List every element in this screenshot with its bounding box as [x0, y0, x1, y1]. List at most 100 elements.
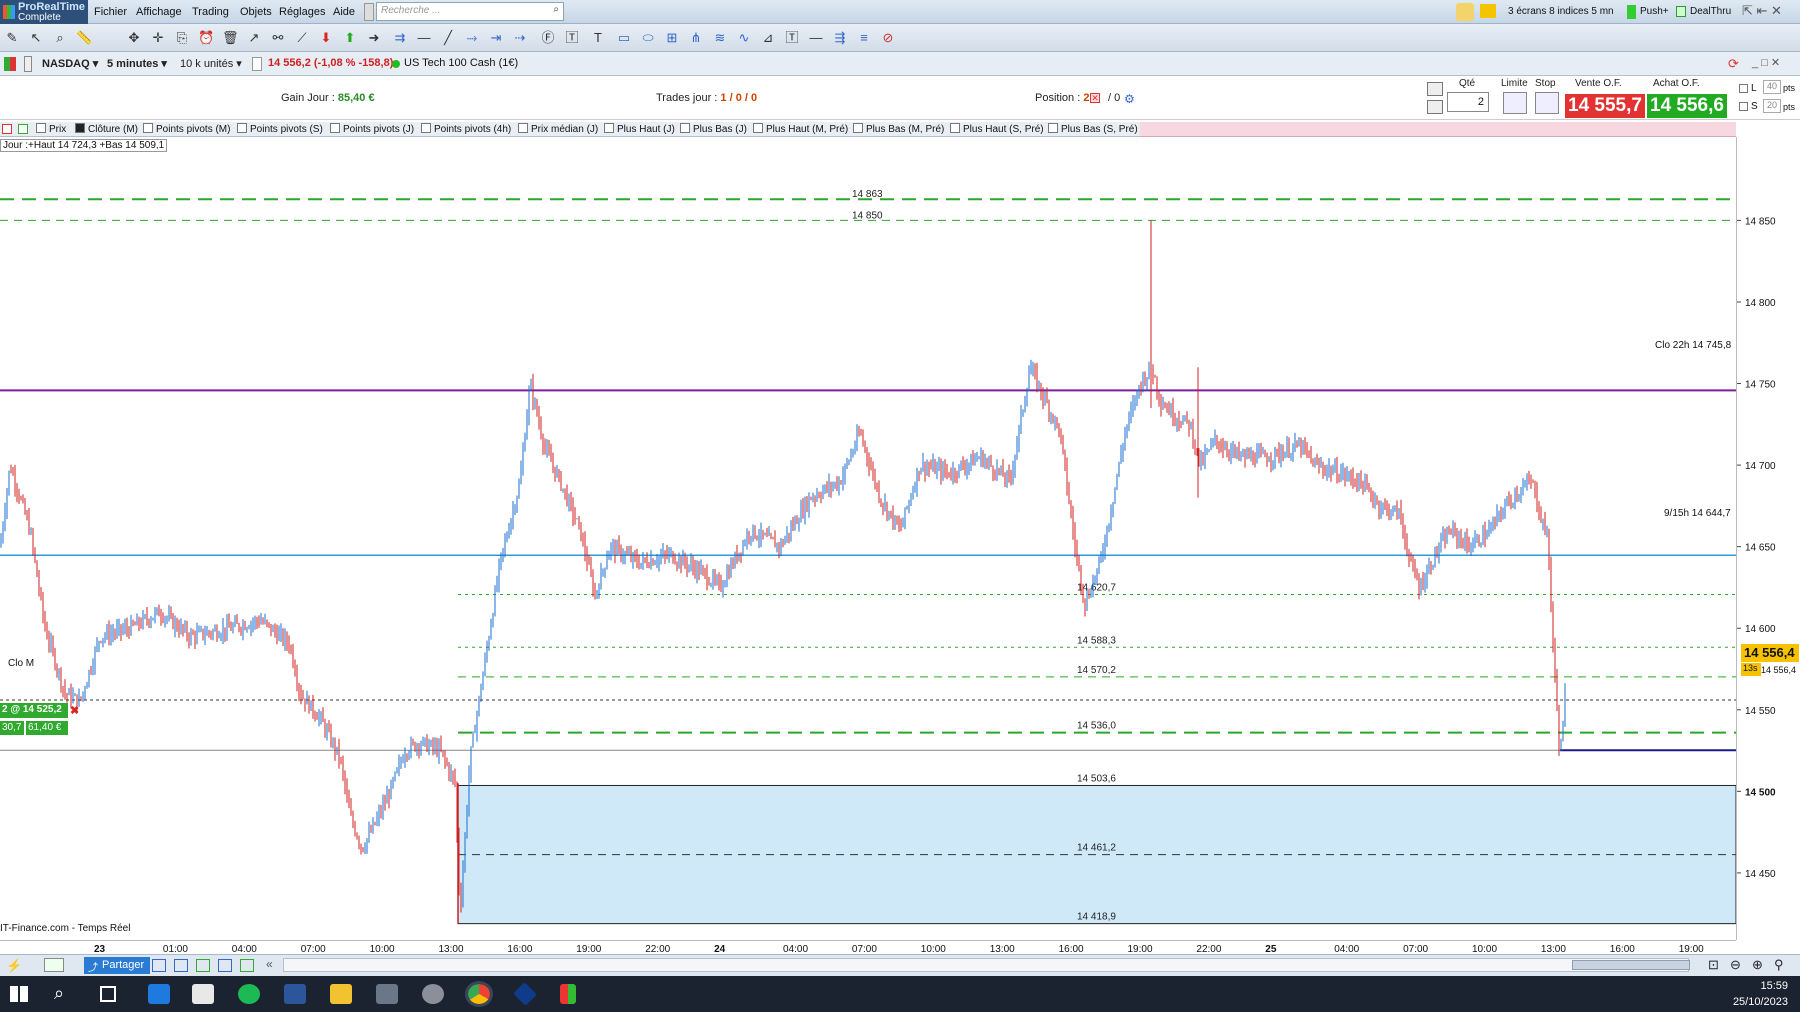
ind-pivots-j[interactable]: Points pivots (J): [330, 123, 414, 135]
lock-icon[interactable]: [364, 3, 374, 21]
ruler-icon[interactable]: 📏: [76, 31, 92, 45]
price-axis[interactable]: 14 850 14 800 14 750 14 700 14 650 14 600 14 5…: [1736, 137, 1800, 940]
indicator-menu-icon[interactable]: ⚡: [6, 958, 22, 974]
link-icon[interactable]: ⚯: [270, 31, 286, 45]
add-indicator-icon[interactable]: [2, 124, 12, 134]
market-dropdown[interactable]: NASDAQ ▾: [38, 56, 102, 73]
zoom-fit-icon[interactable]: ⊡: [1708, 957, 1719, 973]
close-position-icon[interactable]: ✖: [70, 704, 79, 717]
rectangle-icon[interactable]: ▭: [616, 31, 632, 45]
app-c-icon[interactable]: [422, 984, 444, 1004]
menu-objets[interactable]: Objets: [240, 6, 272, 18]
limit-order-button[interactable]: [1503, 92, 1527, 114]
units-dropdown[interactable]: 10 k unités ▾: [176, 56, 246, 73]
position-tag[interactable]: 2 @ 14 525,2: [0, 703, 68, 718]
arrow-right-icon[interactable]: ➜: [366, 31, 382, 45]
ind-plus-haut-m[interactable]: Plus Haut (M, Pré): [753, 123, 848, 135]
calculator-icon[interactable]: [376, 984, 398, 1004]
word-icon[interactable]: [284, 984, 306, 1004]
settings-gear-icon[interactable]: ⚙: [1124, 92, 1135, 106]
crosshair-icon[interactable]: ✥: [126, 31, 142, 45]
filter-icon[interactable]: ⚲: [1774, 957, 1784, 973]
search-icon[interactable]: ⌕: [553, 4, 559, 15]
layout-icon[interactable]: [218, 959, 232, 972]
search-input[interactable]: Recherche ... ⌕: [376, 2, 564, 21]
keyboard-icon[interactable]: [1427, 100, 1443, 114]
qty-input[interactable]: 2: [1447, 92, 1489, 112]
chart-canvas[interactable]: 14 86314 85014 620,714 588,314 570,214 5…: [0, 137, 1736, 940]
notification-icon[interactable]: [1456, 3, 1474, 21]
ind-pivots-m[interactable]: Points pivots (M): [143, 123, 230, 135]
app-b-icon[interactable]: [192, 984, 214, 1004]
prorealtime-taskbar-icon[interactable]: [560, 984, 576, 1004]
export-icon[interactable]: [240, 959, 254, 972]
menu-trading[interactable]: Trading: [192, 6, 229, 18]
trendline-icon[interactable]: ↗: [246, 31, 262, 45]
wrench-icon[interactable]: [1427, 82, 1443, 96]
table-icon[interactable]: [196, 959, 210, 972]
ind-pivots-4h[interactable]: Points pivots (4h): [421, 123, 511, 135]
menu-aide[interactable]: Aide: [333, 6, 355, 18]
ind-prix[interactable]: Prix: [36, 123, 66, 135]
ray-icon[interactable]: ⤑: [464, 31, 480, 45]
price-chart[interactable]: 14 863 14 850 14 620,7 14 588,3 14 570,2 14 5…: [0, 137, 1736, 940]
label-icon[interactable]: 🅃: [784, 31, 800, 45]
tool-c-icon[interactable]: ⊘: [880, 31, 896, 45]
chart-window-controls[interactable]: _ □ ✕: [1752, 56, 1780, 69]
cycle-icon[interactable]: ∿: [736, 31, 752, 45]
s-pts-input[interactable]: 20: [1763, 99, 1781, 113]
scroll-back-icon[interactable]: «: [266, 957, 273, 971]
scrollbar-thumb[interactable]: [1572, 960, 1690, 970]
app-a-icon[interactable]: [148, 984, 170, 1004]
alarm-icon[interactable]: ⏰: [198, 31, 214, 45]
ind-plus-bas-s[interactable]: Plus Bas (S, Pré): [1048, 123, 1138, 135]
arrow-down-icon[interactable]: ⬇: [318, 31, 334, 45]
ind-cloture-m[interactable]: Clôture (M): [75, 123, 138, 135]
timeframe-dropdown[interactable]: 5 minutes ▾: [103, 56, 171, 73]
tool-a-icon[interactable]: ⇶: [832, 31, 848, 45]
dash-icon[interactable]: —: [808, 31, 824, 45]
app-logo[interactable]: ProRealTime Complete: [0, 0, 88, 24]
buy-button[interactable]: 14 556,6: [1647, 94, 1727, 118]
ind-plus-bas-m[interactable]: Plus Bas (M, Pré): [853, 123, 944, 135]
menu-affichage[interactable]: Affichage: [136, 6, 182, 18]
print-icon[interactable]: [174, 959, 188, 972]
text-icon[interactable]: T: [590, 31, 606, 45]
file-explorer-icon[interactable]: [330, 984, 352, 1004]
arrow-up-icon[interactable]: ⬆: [342, 31, 358, 45]
hline-icon[interactable]: —: [416, 31, 432, 45]
pencil-icon[interactable]: ✎: [4, 31, 20, 45]
chart-style-icon[interactable]: [44, 958, 64, 972]
lock-icon[interactable]: [24, 56, 32, 72]
chart-type-icon[interactable]: [4, 57, 16, 71]
pitchfork-icon[interactable]: ⋔: [688, 31, 704, 45]
stop-order-button[interactable]: [1535, 92, 1559, 114]
segment-icon[interactable]: ⟋: [294, 31, 310, 45]
vline-icon[interactable]: ⇢: [512, 31, 528, 45]
message-icon[interactable]: [1480, 4, 1496, 18]
ind-prix-median[interactable]: Prix médian (J): [518, 123, 598, 135]
copy-icon[interactable]: ⎘: [174, 31, 190, 45]
trash-icon[interactable]: 🗑: [222, 31, 239, 45]
menu-fichier[interactable]: Fichier: [94, 6, 127, 18]
regression-icon[interactable]: ≋: [712, 31, 728, 45]
screens-info[interactable]: 3 écrans 8 indices 5 mn: [1504, 4, 1618, 21]
zoom-out-icon[interactable]: ⊖: [1730, 957, 1741, 973]
tool-b-icon[interactable]: ≡: [856, 31, 872, 45]
line-icon[interactable]: ╱: [440, 31, 456, 45]
app-d-icon[interactable]: [513, 982, 537, 1006]
cursor-icon[interactable]: ↖: [28, 31, 44, 45]
ind-plus-haut-j[interactable]: Plus Haut (J): [604, 123, 675, 135]
spotify-icon[interactable]: [238, 984, 260, 1004]
s-checkbox[interactable]: [1739, 102, 1748, 111]
move-icon[interactable]: ✛: [150, 31, 166, 45]
dealthru-button[interactable]: DealThru: [1686, 4, 1735, 21]
zoom-icon[interactable]: ⌕: [52, 31, 68, 45]
l-checkbox[interactable]: [1739, 84, 1748, 93]
ind-pivots-s[interactable]: Points pivots (S): [237, 123, 323, 135]
ellipse-icon[interactable]: ⬭: [640, 31, 656, 45]
measure-icon[interactable]: ⊿: [760, 31, 776, 45]
add-overlay-icon[interactable]: [18, 124, 28, 134]
time-axis[interactable]: 23 01:00 04:00 07:00 10:00 13:00 16:00 19:00 22:…: [0, 940, 1736, 955]
l-pts-input[interactable]: 40: [1763, 80, 1781, 94]
